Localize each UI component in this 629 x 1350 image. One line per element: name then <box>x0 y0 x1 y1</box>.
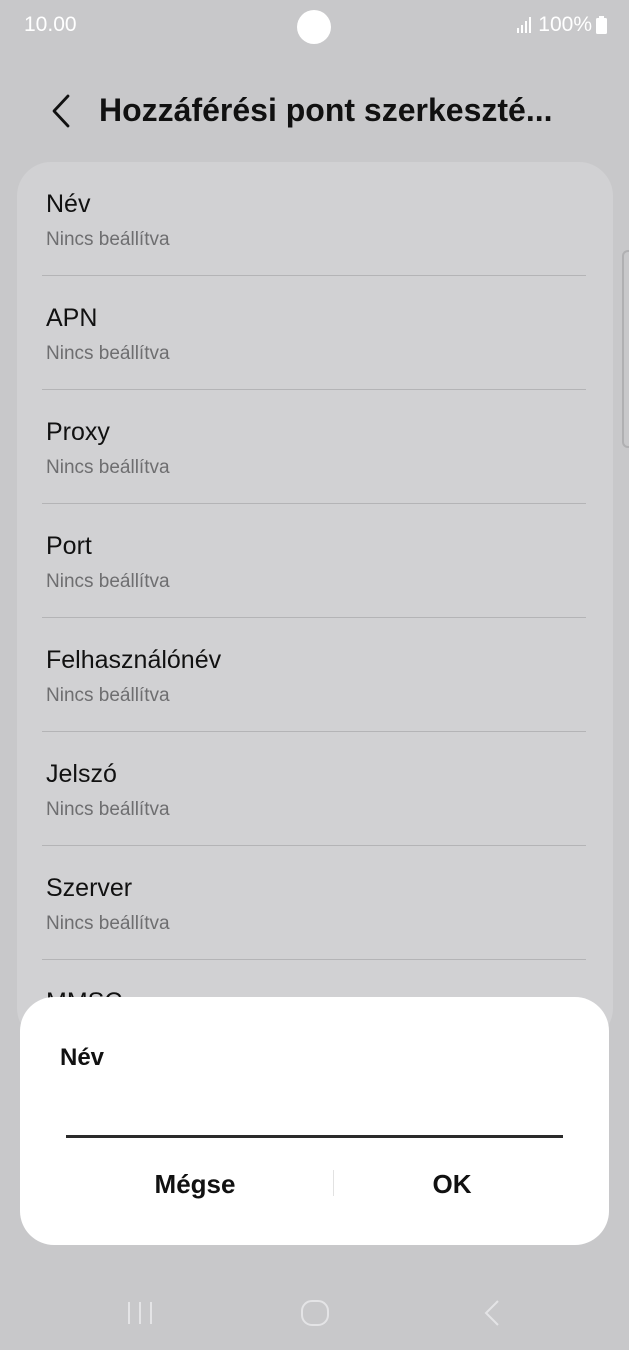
status-bar: 10.00 100% <box>0 0 629 52</box>
setting-value: Nincs beállítva <box>46 229 170 250</box>
page-title: Hozzáférési pont szerkeszté... <box>99 92 553 128</box>
name-dialog: Név Mégse OK <box>20 997 609 1245</box>
recents-icon <box>128 1302 152 1324</box>
app-header: Hozzáférési pont szerkeszté... <box>0 80 629 142</box>
scrollbar[interactable] <box>622 250 629 448</box>
setting-title: Proxy <box>46 418 110 446</box>
battery-icon <box>596 16 607 34</box>
navigation-bar <box>0 1275 629 1350</box>
status-indicators: 100% <box>516 13 607 37</box>
setting-title: Jelszó <box>46 760 117 788</box>
signal-icon <box>517 17 532 33</box>
settings-list: Név Nincs beállítva APN Nincs beállítva … <box>17 162 613 1042</box>
back-button[interactable] <box>38 86 84 136</box>
setting-value: Nincs beállítva <box>46 685 170 706</box>
setting-title: Név <box>46 190 91 218</box>
setting-value: Nincs beállítva <box>46 457 170 478</box>
setting-item-apn[interactable]: APN Nincs beállítva <box>17 276 613 390</box>
setting-item-username[interactable]: Felhasználónév Nincs beállítva <box>17 618 613 732</box>
setting-item-proxy[interactable]: Proxy Nincs beállítva <box>17 390 613 504</box>
nav-home-button[interactable] <box>285 1291 345 1335</box>
setting-item-port[interactable]: Port Nincs beállítva <box>17 504 613 618</box>
setting-item-password[interactable]: Jelszó Nincs beállítva <box>17 732 613 846</box>
setting-title: Szerver <box>46 874 133 902</box>
nav-recents-button[interactable] <box>110 1291 170 1335</box>
setting-value: Nincs beállítva <box>46 571 170 592</box>
setting-value: Nincs beállítva <box>46 913 170 934</box>
setting-title: Port <box>46 532 92 560</box>
setting-item-server[interactable]: Szerver Nincs beállítva <box>17 846 613 960</box>
setting-value: Nincs beállítva <box>46 799 170 820</box>
setting-item-name[interactable]: Név Nincs beállítva <box>17 162 613 276</box>
battery-percent: 100% <box>538 13 592 36</box>
camera-cutout <box>297 10 331 44</box>
nav-back-button[interactable] <box>462 1291 522 1335</box>
name-input[interactable] <box>66 1095 563 1138</box>
setting-title: Felhasználónév <box>46 646 222 674</box>
setting-value: Nincs beállítva <box>46 343 170 364</box>
status-time: 10.00 <box>24 13 77 36</box>
cancel-button[interactable]: Mégse <box>60 1157 330 1211</box>
dialog-title: Név <box>60 1044 105 1071</box>
back-icon <box>484 1300 499 1326</box>
home-icon <box>301 1300 329 1326</box>
ok-button[interactable]: OK <box>317 1157 587 1211</box>
setting-title: APN <box>46 304 98 332</box>
chevron-left-icon <box>52 94 70 128</box>
